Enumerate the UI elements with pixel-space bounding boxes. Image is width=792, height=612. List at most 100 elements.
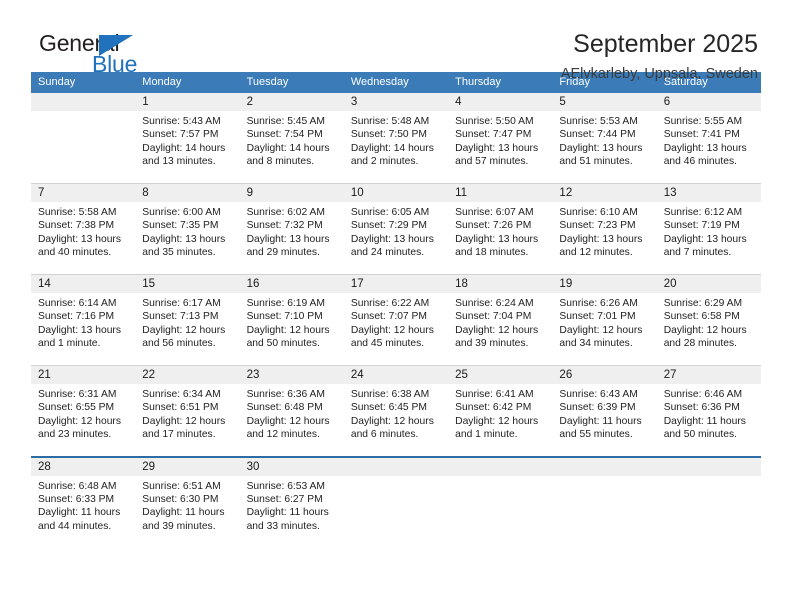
sunset-text: Sunset: 7:41 PM xyxy=(663,129,740,141)
day-cell[interactable]: Sunrise: 6:36 AM Sunset: 6:48 PM Dayligh… xyxy=(240,384,344,456)
daylight-text-line2: and 7 minutes. xyxy=(663,247,732,259)
sunrise-text: Sunrise: 5:48 AM xyxy=(350,116,430,127)
day-cell[interactable]: Sunrise: 5:55 AM Sunset: 7:41 PM Dayligh… xyxy=(657,111,761,183)
day-cell[interactable]: Sunrise: 5:53 AM Sunset: 7:44 PM Dayligh… xyxy=(552,111,656,183)
sunrise-text: Sunrise: 6:43 AM xyxy=(559,389,638,400)
sunset-text: Sunset: 7:16 PM xyxy=(38,311,115,323)
daylight-text-line2: and 39 minutes. xyxy=(142,520,216,532)
calendar-grid: Sunday Monday Tuesday Wednesday Thursday… xyxy=(31,72,761,548)
week-date-band: 1 2 3 4 5 6 xyxy=(31,93,761,111)
day-cell[interactable] xyxy=(448,476,552,548)
sunset-text: Sunset: 6:33 PM xyxy=(38,493,115,505)
daylight-text-line2: and 12 minutes. xyxy=(246,429,320,441)
day-number: 2 xyxy=(246,96,253,108)
day-cell[interactable]: Sunrise: 6:17 AM Sunset: 7:13 PM Dayligh… xyxy=(135,293,239,365)
daylight-text-line2: and 44 minutes. xyxy=(38,520,112,532)
day-number: 12 xyxy=(559,187,573,199)
sunset-text: Sunset: 6:27 PM xyxy=(246,493,323,505)
daylight-text-line1: Daylight: 13 hours xyxy=(559,233,643,245)
day-cell[interactable]: Sunrise: 6:00 AM Sunset: 7:35 PM Dayligh… xyxy=(135,202,239,274)
day-number: 5 xyxy=(559,96,566,108)
sunset-text: Sunset: 7:35 PM xyxy=(142,220,219,232)
day-number: 19 xyxy=(559,278,573,290)
sunset-text: Sunset: 7:57 PM xyxy=(142,129,219,141)
daylight-text-line2: and 57 minutes. xyxy=(455,156,529,168)
day-cell[interactable]: Sunrise: 6:07 AM Sunset: 7:26 PM Dayligh… xyxy=(448,202,552,274)
day-cell[interactable]: Sunrise: 6:29 AM Sunset: 6:58 PM Dayligh… xyxy=(657,293,761,365)
daylight-text-line1: Daylight: 12 hours xyxy=(455,324,539,336)
day-cell[interactable] xyxy=(657,476,761,548)
daylight-text-line2: and 56 minutes. xyxy=(142,338,216,350)
daylight-text-line2: and 13 minutes. xyxy=(142,156,216,168)
daylight-text-line1: Daylight: 11 hours xyxy=(142,507,225,519)
sunrise-text: Sunrise: 6:00 AM xyxy=(142,207,221,218)
sunset-text: Sunset: 7:32 PM xyxy=(246,220,323,232)
day-number xyxy=(552,458,656,476)
sunset-text: Sunset: 7:47 PM xyxy=(455,129,532,141)
day-cell[interactable]: Sunrise: 5:58 AM Sunset: 7:38 PM Dayligh… xyxy=(31,202,135,274)
day-cell[interactable]: Sunrise: 6:53 AM Sunset: 6:27 PM Dayligh… xyxy=(240,476,344,548)
day-cell[interactable]: Sunrise: 5:43 AM Sunset: 7:57 PM Dayligh… xyxy=(135,111,239,183)
day-number xyxy=(344,458,448,476)
day-number: 23 xyxy=(246,369,260,381)
sunrise-text: Sunrise: 6:34 AM xyxy=(142,389,221,400)
calendar-page: General Blue September 2025 AElvkarleby,… xyxy=(0,0,792,612)
week-row: 1 2 3 4 5 6 Sunrise: 5:43 AM Sunset: 7:5… xyxy=(31,93,761,184)
day-cell[interactable]: Sunrise: 6:12 AM Sunset: 7:19 PM Dayligh… xyxy=(657,202,761,274)
day-number: 14 xyxy=(38,278,51,290)
sunset-text: Sunset: 6:51 PM xyxy=(142,402,219,414)
day-cell[interactable] xyxy=(344,476,448,548)
day-cell[interactable]: Sunrise: 6:14 AM Sunset: 7:16 PM Dayligh… xyxy=(31,293,135,365)
sunset-text: Sunset: 6:39 PM xyxy=(559,402,636,414)
general-blue-logo[interactable]: General Blue xyxy=(31,28,161,80)
day-cell[interactable]: Sunrise: 6:43 AM Sunset: 6:39 PM Dayligh… xyxy=(552,384,656,456)
daylight-text-line2: and 46 minutes. xyxy=(663,156,737,168)
daylight-text-line1: Daylight: 12 hours xyxy=(350,324,434,336)
week-date-band: 7 8 9 10 11 12 13 xyxy=(31,184,761,202)
day-cell[interactable]: Sunrise: 6:19 AM Sunset: 7:10 PM Dayligh… xyxy=(240,293,344,365)
week-date-band: 21 22 23 24 25 26 27 xyxy=(31,366,761,384)
sunset-text: Sunset: 6:36 PM xyxy=(663,402,740,414)
sunset-text: Sunset: 7:26 PM xyxy=(455,220,532,232)
day-cell[interactable] xyxy=(31,111,135,183)
day-cell[interactable]: Sunrise: 6:10 AM Sunset: 7:23 PM Dayligh… xyxy=(552,202,656,274)
daylight-text-line1: Daylight: 13 hours xyxy=(142,233,226,245)
daylight-text-line1: Daylight: 13 hours xyxy=(663,233,747,245)
sunrise-text: Sunrise: 6:14 AM xyxy=(38,298,117,309)
day-number: 17 xyxy=(350,278,364,290)
sunrise-text: Sunrise: 6:19 AM xyxy=(246,298,325,309)
daylight-text-line2: and 50 minutes. xyxy=(246,338,320,350)
day-cell[interactable]: Sunrise: 6:41 AM Sunset: 6:42 PM Dayligh… xyxy=(448,384,552,456)
day-cell[interactable]: Sunrise: 6:05 AM Sunset: 7:29 PM Dayligh… xyxy=(344,202,448,274)
sunrise-text: Sunrise: 6:17 AM xyxy=(142,298,221,309)
day-cell[interactable]: Sunrise: 6:22 AM Sunset: 7:07 PM Dayligh… xyxy=(344,293,448,365)
daylight-text-line1: Daylight: 12 hours xyxy=(559,324,643,336)
day-cell[interactable]: Sunrise: 6:34 AM Sunset: 6:51 PM Dayligh… xyxy=(135,384,239,456)
day-cell[interactable]: Sunrise: 6:02 AM Sunset: 7:32 PM Dayligh… xyxy=(240,202,344,274)
day-cell[interactable]: Sunrise: 6:26 AM Sunset: 7:01 PM Dayligh… xyxy=(552,293,656,365)
daylight-text-line2: and 2 minutes. xyxy=(350,156,419,168)
sunrise-text: Sunrise: 6:10 AM xyxy=(559,207,638,218)
day-cell[interactable]: Sunrise: 5:48 AM Sunset: 7:50 PM Dayligh… xyxy=(344,111,448,183)
day-cell[interactable]: Sunrise: 5:45 AM Sunset: 7:54 PM Dayligh… xyxy=(240,111,344,183)
day-cell[interactable]: Sunrise: 6:46 AM Sunset: 6:36 PM Dayligh… xyxy=(657,384,761,456)
day-cell[interactable]: Sunrise: 5:50 AM Sunset: 7:47 PM Dayligh… xyxy=(448,111,552,183)
day-cell[interactable]: Sunrise: 6:48 AM Sunset: 6:33 PM Dayligh… xyxy=(31,476,135,548)
day-number: 15 xyxy=(142,278,156,290)
weekday-tuesday: Tuesday xyxy=(246,76,289,88)
day-cell[interactable]: Sunrise: 6:31 AM Sunset: 6:55 PM Dayligh… xyxy=(31,384,135,456)
day-cell[interactable]: Sunrise: 6:51 AM Sunset: 6:30 PM Dayligh… xyxy=(135,476,239,548)
daylight-text-line1: Daylight: 12 hours xyxy=(455,415,539,427)
day-cell[interactable]: Sunrise: 6:38 AM Sunset: 6:45 PM Dayligh… xyxy=(344,384,448,456)
day-cell[interactable]: Sunrise: 6:24 AM Sunset: 7:04 PM Dayligh… xyxy=(448,293,552,365)
daylight-text-line1: Daylight: 11 hours xyxy=(246,507,329,519)
daylight-text-line1: Daylight: 12 hours xyxy=(350,415,434,427)
sunrise-text: Sunrise: 6:12 AM xyxy=(663,207,743,218)
sunset-text: Sunset: 7:54 PM xyxy=(246,129,323,141)
sunset-text: Sunset: 7:19 PM xyxy=(663,220,740,232)
sunset-text: Sunset: 7:01 PM xyxy=(559,311,636,323)
day-number: 13 xyxy=(663,187,677,199)
daylight-text-line2: and 55 minutes. xyxy=(559,429,633,441)
day-number: 3 xyxy=(350,96,358,108)
day-cell[interactable] xyxy=(552,476,656,548)
